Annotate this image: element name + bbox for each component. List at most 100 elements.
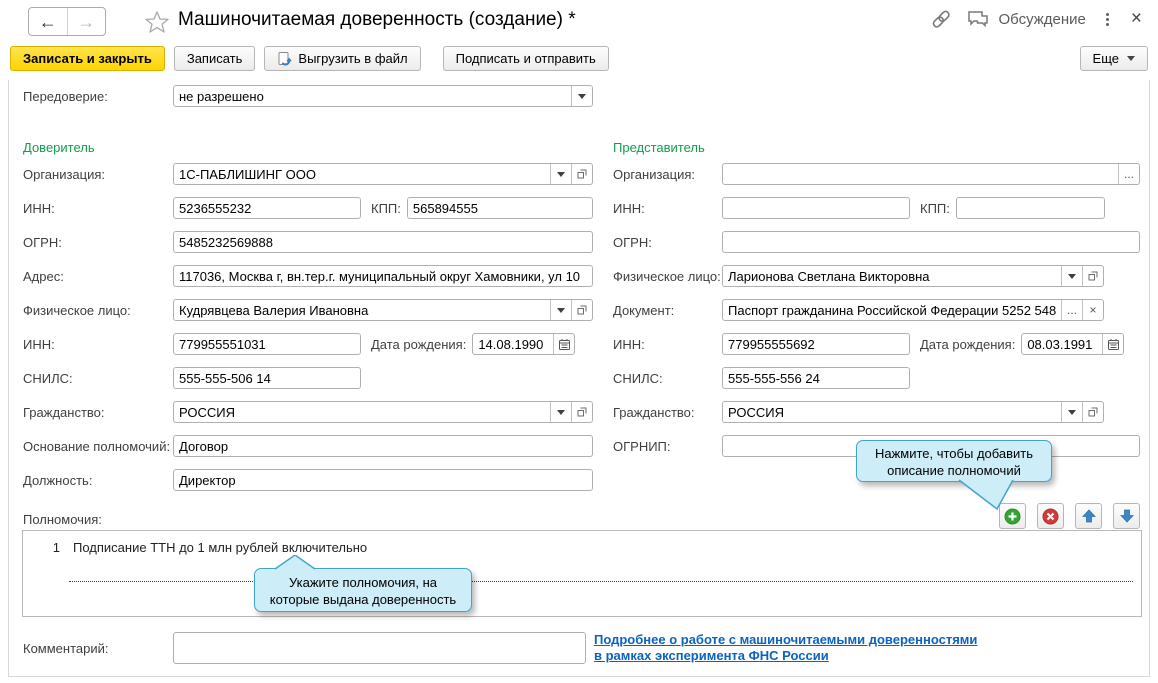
- principal-kpp-field[interactable]: [407, 197, 593, 219]
- powers-label: Полномочия:: [23, 512, 102, 527]
- principal-address-label: Адрес:: [23, 269, 173, 284]
- principal-position-label: Должность:: [23, 473, 173, 488]
- principal-birth-input[interactable]: [473, 334, 553, 354]
- principal-person-inn-label: ИНН:: [23, 337, 173, 352]
- dropdown-icon[interactable]: [550, 300, 571, 320]
- open-form-icon[interactable]: [1082, 266, 1103, 286]
- rep-ogrn-field[interactable]: [722, 231, 1140, 253]
- principal-org-combobox[interactable]: [173, 163, 593, 185]
- export-to-file-button[interactable]: Выгрузить в файл: [264, 46, 420, 71]
- powers-row-text: Подписание ТТН до 1 млн рублей включител…: [73, 540, 367, 555]
- back-icon[interactable]: ←: [29, 8, 68, 35]
- discussion-icon[interactable]: [966, 8, 990, 30]
- comment-field[interactable]: [173, 632, 586, 664]
- fns-info-link[interactable]: Подробнее о работе с машиночитаемыми дов…: [594, 632, 1064, 664]
- discussion-label[interactable]: Обсуждение: [998, 11, 1085, 28]
- open-form-icon[interactable]: [1082, 402, 1103, 422]
- rep-person-inn-field[interactable]: [722, 333, 910, 355]
- principal-birth-field[interactable]: [472, 333, 575, 355]
- rep-inn-label: ИНН:: [613, 201, 722, 216]
- rep-birth-input[interactable]: [1022, 334, 1102, 354]
- principal-citizenship-input[interactable]: [174, 402, 550, 422]
- calendar-icon[interactable]: [553, 334, 574, 354]
- rep-org-field[interactable]: ...: [722, 163, 1140, 185]
- principal-inn-field[interactable]: [173, 197, 361, 219]
- transfer-input[interactable]: [174, 86, 571, 106]
- open-form-icon[interactable]: [571, 300, 592, 320]
- rep-document-field[interactable]: ... ×: [722, 299, 1104, 321]
- rep-ogrn-input[interactable]: [723, 232, 1139, 252]
- principal-snils-label: СНИЛС:: [23, 371, 173, 386]
- rep-person-inn-input[interactable]: [723, 334, 909, 354]
- open-form-icon[interactable]: [571, 402, 592, 422]
- rep-inn-input[interactable]: [723, 198, 909, 218]
- clear-icon[interactable]: ×: [1082, 300, 1103, 320]
- principal-basis-label: Основание полномочий:: [23, 439, 173, 454]
- more-button[interactable]: Еще: [1080, 46, 1148, 71]
- dropdown-icon[interactable]: [550, 402, 571, 422]
- principal-inn-label: ИНН:: [23, 201, 173, 216]
- more-menu-icon[interactable]: [1100, 11, 1115, 28]
- open-form-icon[interactable]: [571, 164, 592, 184]
- principal-snils-input[interactable]: [174, 368, 360, 388]
- rep-org-input[interactable]: [723, 164, 1118, 184]
- dropdown-icon[interactable]: [550, 164, 571, 184]
- principal-birth-label: Дата рождения:: [371, 337, 466, 352]
- ellipsis-icon[interactable]: ...: [1061, 300, 1082, 320]
- rep-kpp-input[interactable]: [957, 198, 1104, 218]
- rep-citizenship-combobox[interactable]: [722, 401, 1104, 423]
- specify-powers-tooltip: Укажите полномочия, на которые выдана до…: [254, 568, 472, 612]
- transfer-combobox[interactable]: [173, 85, 593, 107]
- powers-list-item[interactable]: 1 Подписание ТТН до 1 млн рублей включит…: [23, 537, 1141, 557]
- principal-person-input[interactable]: [174, 300, 550, 320]
- forward-icon[interactable]: →: [68, 8, 106, 35]
- principal-basis-input[interactable]: [174, 436, 592, 456]
- delete-power-button[interactable]: [1037, 503, 1064, 529]
- principal-person-inn-input[interactable]: [174, 334, 360, 354]
- ellipsis-icon[interactable]: ...: [1118, 164, 1139, 184]
- rep-citizenship-input[interactable]: [723, 402, 1061, 422]
- rep-snils-field[interactable]: [722, 367, 910, 389]
- rep-inn-field[interactable]: [722, 197, 910, 219]
- link-icon[interactable]: [930, 8, 952, 30]
- calendar-icon[interactable]: [1102, 334, 1123, 354]
- rep-snils-input[interactable]: [723, 368, 909, 388]
- principal-address-input[interactable]: [174, 266, 592, 286]
- principal-ogrn-input[interactable]: [174, 232, 592, 252]
- principal-basis-field[interactable]: [173, 435, 593, 457]
- principal-address-field[interactable]: [173, 265, 593, 287]
- rep-birth-field[interactable]: [1021, 333, 1124, 355]
- sign-and-send-button[interactable]: Подписать и отправить: [443, 46, 609, 71]
- rep-person-input[interactable]: [723, 266, 1061, 286]
- rep-kpp-label: КПП:: [920, 201, 950, 216]
- rep-citizenship-label: Гражданство:: [613, 405, 722, 420]
- close-icon[interactable]: ×: [1129, 8, 1144, 30]
- title-bar: ← → Машиночитаемая доверенность (создани…: [0, 0, 1158, 42]
- dropdown-icon[interactable]: [571, 86, 592, 106]
- principal-position-input[interactable]: [174, 470, 592, 490]
- chevron-down-icon: [1127, 56, 1135, 61]
- specify-powers-tooltip-tail: [271, 555, 319, 570]
- move-up-button[interactable]: [1075, 503, 1102, 529]
- dropdown-icon[interactable]: [1061, 266, 1082, 286]
- principal-person-inn-field[interactable]: [173, 333, 361, 355]
- rep-org-label: Организация:: [613, 167, 722, 182]
- principal-snils-field[interactable]: [173, 367, 361, 389]
- save-and-close-button[interactable]: Записать и закрыть: [10, 46, 165, 71]
- dropdown-icon[interactable]: [1061, 402, 1082, 422]
- favorite-star-icon[interactable]: [144, 9, 170, 35]
- rep-birth-label: Дата рождения:: [920, 337, 1015, 352]
- principal-inn-input[interactable]: [174, 198, 360, 218]
- principal-org-input[interactable]: [174, 164, 550, 184]
- rep-kpp-field[interactable]: [956, 197, 1105, 219]
- principal-kpp-input[interactable]: [408, 198, 592, 218]
- move-down-button[interactable]: [1113, 503, 1140, 529]
- principal-person-combobox[interactable]: [173, 299, 593, 321]
- rep-person-combobox[interactable]: [722, 265, 1104, 287]
- save-button[interactable]: Записать: [174, 46, 256, 71]
- rep-document-input[interactable]: [723, 300, 1061, 320]
- principal-position-field[interactable]: [173, 469, 593, 491]
- principal-ogrn-field[interactable]: [173, 231, 593, 253]
- comment-input[interactable]: [174, 633, 585, 663]
- principal-citizenship-combobox[interactable]: [173, 401, 593, 423]
